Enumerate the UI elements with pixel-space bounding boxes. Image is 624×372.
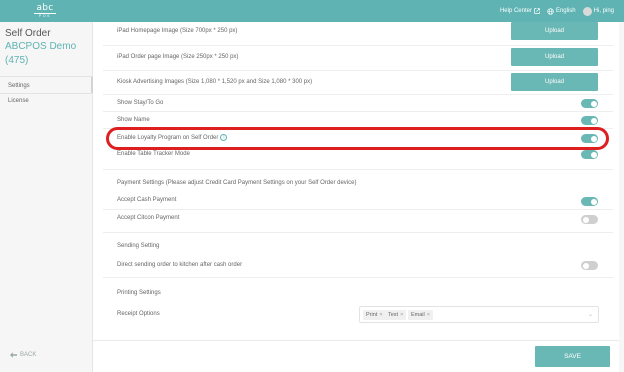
receipt-option-chip: Text × xyxy=(385,310,407,320)
enable-table-tracker-label: Enable Table Tracker Mode xyxy=(117,151,190,157)
remove-chip-icon[interactable]: × xyxy=(400,312,403,318)
arrow-left-icon xyxy=(10,352,17,358)
accept-citcon-toggle[interactable] xyxy=(581,215,598,224)
user-greeting: Hi, ping xyxy=(593,8,614,14)
sidebar-divider xyxy=(0,93,93,94)
toggle-knob xyxy=(590,151,597,158)
accept-cash-label: Accept Cash Payment xyxy=(117,197,177,203)
direct-sending-toggle[interactable] xyxy=(581,261,598,270)
help-center-label: Help Center xyxy=(499,8,532,14)
show-stay-to-go-label: Show Stay/To Go xyxy=(117,100,164,106)
toggle-knob xyxy=(590,117,597,124)
receipt-option-chip: Print × xyxy=(363,310,386,320)
divider xyxy=(103,70,613,71)
sidebar: Self Order ABCPOS Demo (475) Settings Li… xyxy=(0,22,93,372)
receipt-option-chip: Email × xyxy=(408,310,433,320)
external-link-icon xyxy=(534,8,540,14)
divider xyxy=(103,169,613,170)
language-label: English xyxy=(555,8,576,14)
divider xyxy=(103,45,613,46)
enable-table-tracker-toggle[interactable] xyxy=(581,150,598,159)
sidebar-item-settings[interactable]: Settings xyxy=(8,83,30,89)
direct-sending-label: Direct sending order to kitchen after ca… xyxy=(117,262,243,268)
divider xyxy=(103,209,613,210)
receipt-options-select[interactable]: Print × Text × Email × ⌄ xyxy=(359,306,599,323)
show-name-label: Show Name xyxy=(117,117,150,123)
top-right-menu: Help Center English Hi, ping xyxy=(500,0,614,22)
remove-chip-icon[interactable]: × xyxy=(427,312,430,318)
logo-text: abc xyxy=(36,3,54,13)
chip-label: Email xyxy=(411,312,425,318)
accept-cash-toggle[interactable] xyxy=(581,197,598,206)
language-selector[interactable]: English xyxy=(547,7,576,15)
chevron-down-icon[interactable]: ⌄ xyxy=(588,311,593,318)
upload-homepage-image-button[interactable]: Upload xyxy=(511,22,598,40)
back-label: BACK xyxy=(20,352,37,358)
remove-chip-icon[interactable]: × xyxy=(379,312,382,318)
toggle-knob xyxy=(582,216,589,223)
loyalty-highlight-annotation xyxy=(106,127,609,150)
sidebar-title: Self Order xyxy=(5,28,51,39)
chip-label: Print xyxy=(366,312,378,318)
sidebar-divider xyxy=(0,76,93,77)
toggle-knob xyxy=(590,198,597,205)
globe-icon xyxy=(547,7,554,15)
accept-citcon-label: Accept Citcon Payment xyxy=(117,215,180,221)
ipad-order-page-image-label: iPad Order page Image (Size 250px * 250 … xyxy=(117,54,239,60)
abcpos-logo[interactable]: abc POS xyxy=(34,4,56,19)
back-button[interactable]: BACK xyxy=(10,352,36,358)
sidebar-item-license[interactable]: License xyxy=(8,98,29,104)
chip-label: Text xyxy=(388,312,399,318)
divider xyxy=(103,111,613,112)
user-menu[interactable]: Hi, ping xyxy=(582,6,614,16)
toggle-knob xyxy=(582,262,589,269)
printing-settings-heading: Printing Settings xyxy=(117,290,161,296)
toggle-knob xyxy=(590,100,597,107)
receipt-options-label: Receipt Options xyxy=(117,311,160,317)
sending-setting-heading: Sending Setting xyxy=(117,243,160,249)
divider xyxy=(103,277,613,278)
show-stay-to-go-toggle[interactable] xyxy=(581,99,598,108)
scrollbar[interactable] xyxy=(619,22,624,372)
logo-subtext: POS xyxy=(34,13,56,18)
payment-settings-heading: Payment Settings (Please adjust Credit C… xyxy=(117,180,357,186)
help-center-link[interactable]: Help Center xyxy=(500,8,540,14)
kiosk-advertising-images-label: Kiosk Advertising Images (Size 1,080 * 1… xyxy=(117,79,313,85)
store-name: ABCPOS Demo (475) xyxy=(5,41,77,66)
top-bar: abc POS Help Center English Hi, ping xyxy=(0,0,624,22)
divider xyxy=(103,94,613,95)
footer-divider xyxy=(93,340,624,341)
save-button[interactable]: SAVE xyxy=(535,346,610,367)
settings-panel: iPad Homepage Image (Size 700px * 250 px… xyxy=(93,22,624,372)
ipad-homepage-image-label: iPad Homepage Image (Size 700px * 250 px… xyxy=(117,28,238,34)
upload-kiosk-images-button[interactable]: Upload xyxy=(511,73,598,91)
show-name-toggle[interactable] xyxy=(581,116,598,125)
upload-order-page-image-button[interactable]: Upload xyxy=(511,48,598,66)
divider xyxy=(103,232,613,233)
avatar xyxy=(582,6,592,16)
